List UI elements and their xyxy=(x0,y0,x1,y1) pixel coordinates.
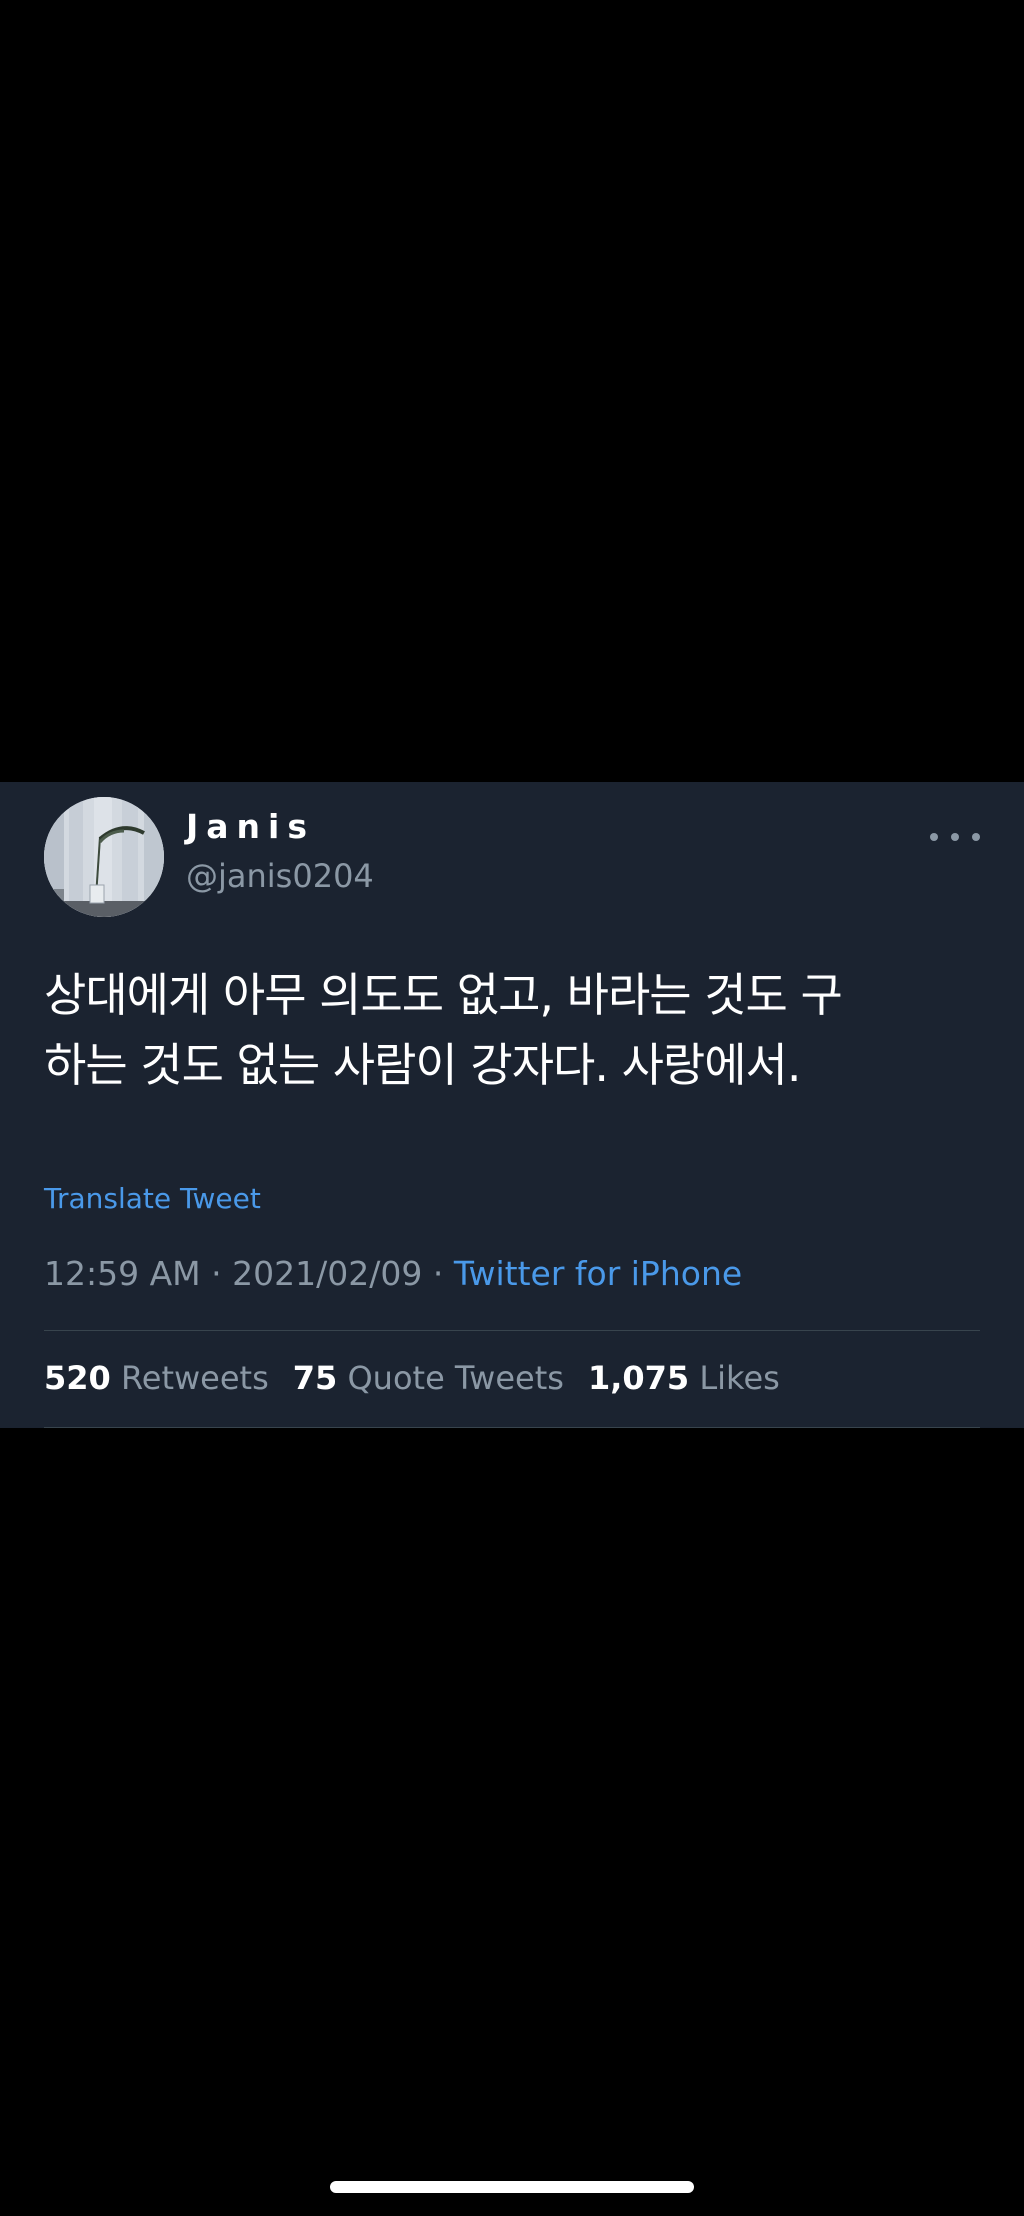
retweets-count: 520 xyxy=(44,1359,111,1397)
translate-tweet-link[interactable]: Translate Tweet xyxy=(44,1185,261,1213)
meta-separator: · xyxy=(422,1254,454,1293)
display-name[interactable]: Janis xyxy=(186,810,315,843)
retweets-stat[interactable]: 520 Retweets xyxy=(44,1362,269,1394)
likes-count: 1,075 xyxy=(587,1359,690,1397)
home-indicator[interactable] xyxy=(330,2181,694,2193)
meta-separator: · xyxy=(200,1254,233,1293)
avatar-image xyxy=(44,797,164,917)
quote-tweets-count: 75 xyxy=(292,1359,338,1397)
divider xyxy=(44,1427,980,1428)
more-dot xyxy=(972,833,980,841)
more-dot xyxy=(951,833,959,841)
tweet-text-line-2: 하는 것도 없는 사람이 강자다. 사랑에서. xyxy=(44,1038,801,1092)
quote-tweets-stat[interactable]: 75 Quote Tweets xyxy=(293,1362,564,1394)
tweet-date: 2021/02/09 xyxy=(232,1254,423,1293)
user-handle[interactable]: @janis0204 xyxy=(186,860,374,892)
likes-label: Likes xyxy=(699,1359,780,1397)
avatar[interactable] xyxy=(44,797,164,917)
more-options-icon[interactable] xyxy=(930,822,980,852)
tweet-metadata: 12:59 AM · 2021/02/09 · Twitter for iPho… xyxy=(44,1257,742,1290)
retweets-label: Retweets xyxy=(120,1359,269,1397)
divider xyxy=(44,1330,980,1331)
tweet-time: 12:59 AM xyxy=(44,1254,201,1293)
likes-stat[interactable]: 1,075 Likes xyxy=(588,1362,780,1394)
tweet-client-link[interactable]: Twitter for iPhone xyxy=(454,1254,742,1293)
more-dot xyxy=(930,833,938,841)
tweet-card: Janis @janis0204 상대에게 아무 의도도 없고, 바라는 것도 … xyxy=(0,782,1024,1428)
quote-tweets-label: Quote Tweets xyxy=(347,1359,564,1397)
tweet-text-line-1: 상대에게 아무 의도도 없고, 바라는 것도 구 xyxy=(44,968,843,1022)
tweet-stats: 520 Retweets 75 Quote Tweets 1,075 Likes xyxy=(44,1362,780,1394)
tweet-text: 상대에게 아무 의도도 없고, 바라는 것도 구 하는 것도 없는 사람이 강자… xyxy=(44,960,984,1100)
